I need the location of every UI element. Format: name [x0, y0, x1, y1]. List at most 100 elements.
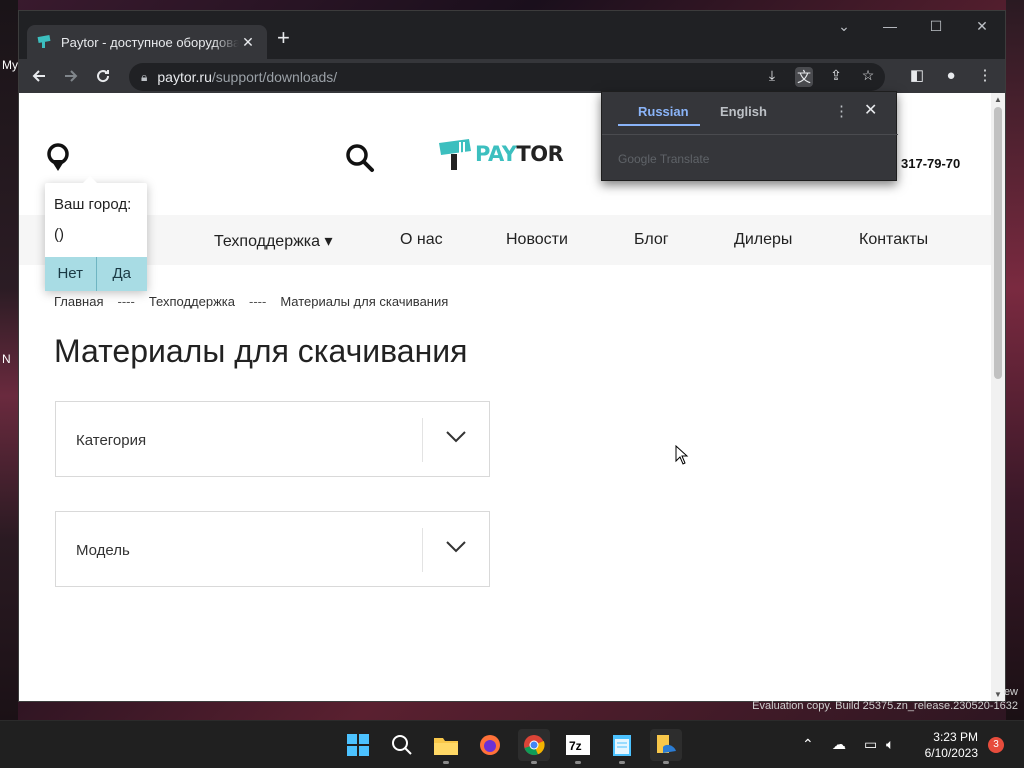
new-tab-button[interactable]: + — [277, 27, 290, 49]
clock[interactable]: 3:23 PM 6/10/2023 — [918, 729, 978, 761]
install-icon[interactable]: ⤓ — [763, 67, 781, 87]
translate-tab-russian[interactable]: Russian — [638, 104, 689, 119]
browser-toolbar: 🔒︎ paytor.ru/support/downloads/ ⤓ 文 ⇪ ☆ … — [19, 59, 1005, 93]
breadcrumb-separator: ---- — [117, 294, 135, 309]
clock-date: 6/10/2023 — [924, 746, 978, 760]
7zip-icon: 7z — [566, 735, 590, 755]
firefox-button[interactable] — [474, 729, 506, 761]
tab-strip: Paytor - доступное оборудование ✕ + ⌄ — … — [19, 11, 1005, 59]
address-bar[interactable]: 🔒︎ paytor.ru/support/downloads/ ⤓ 文 ⇪ ☆ — [129, 63, 885, 91]
lock-icon: 🔒︎ — [141, 69, 148, 84]
translate-icon[interactable]: 文 — [795, 67, 813, 87]
network-icon[interactable]: ▭ — [864, 736, 877, 753]
translate-tab-indicator — [618, 124, 700, 126]
desktop-wallpaper-left: My N — [0, 0, 18, 720]
close-window-button[interactable]: ✕ — [959, 11, 1005, 41]
phone-number[interactable]: 317-79-70 — [901, 156, 960, 171]
nav-item-blog[interactable]: Блог — [634, 231, 669, 249]
scroll-down-icon[interactable]: ▼ — [994, 690, 1002, 699]
chevron-down-icon — [446, 541, 466, 553]
reload-button[interactable] — [87, 62, 119, 90]
city-label: Ваш город: — [54, 196, 132, 213]
file-explorer-button[interactable] — [430, 729, 462, 764]
nav-item-dealers[interactable]: Дилеры — [734, 231, 792, 249]
breadcrumb-separator: ---- — [248, 294, 267, 309]
mouse-cursor-icon — [675, 445, 689, 465]
notepad-button[interactable] — [606, 729, 638, 764]
tab-search-button[interactable]: ⌄ — [821, 11, 867, 41]
breadcrumb-home[interactable]: Главная — [54, 294, 103, 309]
back-button[interactable] — [23, 62, 55, 90]
menu-kebab-icon[interactable]: ⋮ — [973, 62, 997, 90]
taskbar-search-button[interactable] — [386, 729, 418, 761]
profile-icon[interactable]: ● — [939, 62, 963, 90]
document-app-icon — [657, 735, 676, 753]
maximize-button[interactable]: ☐ — [913, 11, 959, 41]
breadcrumb-support[interactable]: Техподдержка — [149, 294, 235, 309]
onedrive-icon[interactable]: ☁ — [832, 736, 846, 753]
translate-close-icon[interactable]: ✕ — [864, 100, 877, 120]
select-divider — [422, 418, 423, 462]
breadcrumb: Главная ---- Техподдержка ---- Материалы… — [54, 294, 448, 309]
chevron-down-icon — [446, 431, 466, 443]
page-title: Материалы для скачивания — [54, 333, 468, 369]
city-popup: Ваш город: () Нет Да — [45, 176, 147, 291]
translate-tab-english[interactable]: English — [720, 104, 767, 119]
url-host: paytor.ru — [157, 69, 212, 85]
evaluation-watermark: Evaluation copy. Build 25375.zn_release.… — [752, 700, 1018, 712]
translate-popup: Russian English ⋮ ✕ Google Translate — [601, 91, 898, 181]
reload-icon — [97, 70, 110, 83]
city-no-button[interactable]: Нет — [45, 257, 97, 291]
scrollbar-thumb[interactable] — [994, 107, 1002, 379]
logo-text: PAYTOR — [475, 142, 564, 166]
chrome-icon — [524, 735, 545, 756]
nav-item-support[interactable]: Техподдержка ▾ — [214, 231, 333, 251]
taskbar: 7z ⌃ ☁ ▭ 🔈︎ 3:23 PM 6/10/2023 3 — [0, 720, 1024, 768]
translate-divider — [602, 134, 898, 135]
notification-badge[interactable]: 3 — [988, 737, 1004, 753]
nav-item-about[interactable]: О нас — [400, 231, 443, 249]
category-select[interactable]: Категория — [55, 401, 490, 477]
browser-window: Paytor - доступное оборудование ✕ + ⌄ — … — [18, 10, 1006, 702]
minimize-button[interactable]: — — [867, 11, 913, 41]
arrow-right-icon — [65, 70, 78, 82]
nav-item-news[interactable]: Новости — [506, 231, 568, 249]
model-select[interactable]: Модель — [55, 511, 490, 587]
breadcrumb-current: Материалы для скачивания — [280, 294, 449, 309]
scroll-up-icon[interactable]: ▲ — [994, 95, 1002, 104]
notepad-icon — [613, 735, 631, 756]
windows-start-icon — [347, 734, 369, 756]
forward-button[interactable] — [55, 62, 87, 90]
app-button[interactable] — [650, 729, 682, 764]
category-select-label: Категория — [76, 432, 147, 449]
search-icon[interactable] — [345, 143, 375, 173]
url-path: /support/downloads/ — [211, 69, 338, 85]
svg-text:7z: 7z — [569, 739, 582, 753]
translate-more-icon[interactable]: ⋮ — [834, 102, 849, 120]
paytor-favicon-icon — [37, 35, 51, 48]
desktop-right-label: ew — [1003, 686, 1018, 698]
folder-icon — [434, 738, 458, 755]
start-button[interactable] — [342, 729, 374, 761]
chrome-button[interactable] — [518, 729, 550, 764]
share-icon[interactable]: ⇪ — [827, 67, 845, 87]
clock-time: 3:23 PM — [933, 730, 978, 744]
tab-close-icon[interactable]: ✕ — [239, 34, 257, 51]
nav-item-contacts[interactable]: Контакты — [859, 231, 928, 249]
7zip-button[interactable]: 7z — [562, 729, 594, 764]
google-translate-brand: Google Translate — [618, 152, 710, 166]
site-logo[interactable]: PAYTOR — [437, 137, 564, 171]
desktop-wallpaper-right — [1006, 0, 1024, 720]
tray-overflow-icon[interactable]: ⌃ — [802, 736, 814, 753]
volume-icon[interactable]: 🔈︎ — [886, 736, 894, 753]
browser-tab[interactable]: Paytor - доступное оборудование ✕ — [27, 25, 267, 59]
search-icon — [392, 735, 412, 755]
page-scrollbar[interactable]: ▲ ▼ — [991, 93, 1005, 701]
desktop-icon-label: N — [2, 352, 11, 366]
bookmark-star-icon[interactable]: ☆ — [859, 67, 877, 87]
tab-title: Paytor - доступное оборудование — [61, 34, 239, 50]
firefox-icon — [480, 735, 500, 755]
location-pin-icon[interactable] — [45, 143, 71, 173]
city-yes-button[interactable]: Да — [96, 257, 147, 291]
side-panel-icon[interactable]: ◧ — [905, 62, 929, 90]
